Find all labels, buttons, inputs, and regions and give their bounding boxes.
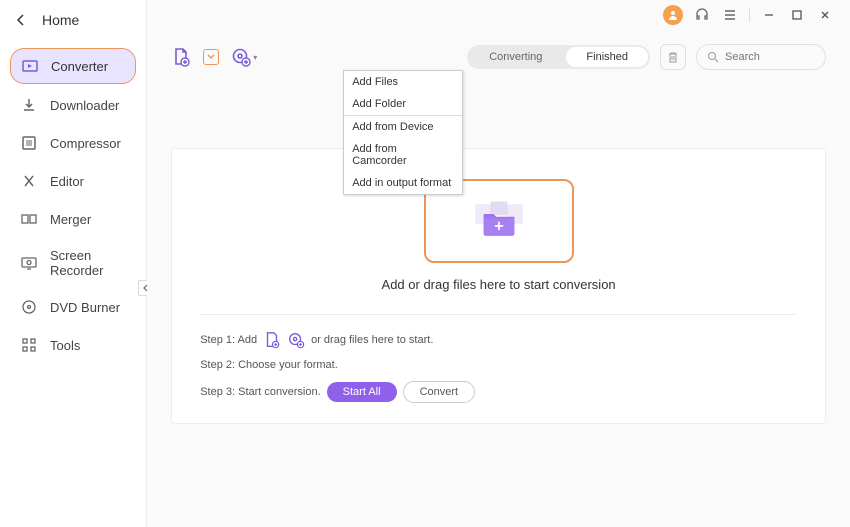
- sidebar-item-label: Merger: [50, 212, 91, 227]
- sidebar-item-downloader[interactable]: Downloader: [10, 88, 136, 122]
- add-disc-button[interactable]: ▾: [231, 47, 257, 67]
- step-3: Step 3: Start conversion. Start All Conv…: [200, 381, 797, 403]
- step-1: Step 1: Add or drag files here to start.: [200, 331, 797, 349]
- add-file-button[interactable]: [171, 47, 191, 67]
- close-button[interactable]: [816, 6, 834, 24]
- tools-icon: [20, 336, 38, 354]
- minimize-button[interactable]: [760, 6, 778, 24]
- menu-item-add-in-output-format[interactable]: Add in output format: [344, 172, 462, 194]
- search-box[interactable]: [696, 44, 826, 70]
- start-all-button[interactable]: Start All: [327, 382, 397, 402]
- step3-text: Step 3: Start conversion.: [200, 386, 320, 398]
- sidebar-item-label: Compressor: [50, 136, 121, 151]
- steps: Step 1: Add or drag files here to start.…: [200, 314, 797, 403]
- menu-item-add-folder[interactable]: Add Folder: [344, 93, 462, 115]
- avatar[interactable]: [663, 5, 683, 25]
- back-button[interactable]: [16, 13, 26, 27]
- menu-item-add-from-device[interactable]: Add from Device: [344, 116, 462, 138]
- sidebar-list: Converter Downloader Compressor Editor: [0, 40, 146, 370]
- home-label: Home: [42, 12, 79, 28]
- sidebar-item-editor[interactable]: Editor: [10, 164, 136, 198]
- action-group: ▾: [171, 47, 257, 67]
- titlebar: [147, 0, 850, 30]
- downloader-icon: [20, 96, 38, 114]
- step1-suffix: or drag files here to start.: [311, 334, 433, 346]
- convert-button[interactable]: Convert: [403, 381, 476, 403]
- sidebar-item-converter[interactable]: Converter: [10, 48, 136, 84]
- sidebar-item-screen-recorder[interactable]: Screen Recorder: [10, 240, 136, 286]
- maximize-button[interactable]: [788, 6, 806, 24]
- add-disc-icon: [287, 331, 305, 349]
- drop-text: Add or drag files here to start conversi…: [382, 277, 616, 292]
- dvd-burner-icon: [20, 298, 38, 316]
- search-icon: [707, 51, 719, 63]
- add-file-dropdown-button[interactable]: [203, 49, 219, 65]
- menu-icon[interactable]: [721, 6, 739, 24]
- search-input[interactable]: [725, 51, 815, 63]
- sidebar-item-label: Editor: [50, 174, 84, 189]
- sidebar-item-label: Converter: [51, 59, 108, 74]
- sidebar-item-label: DVD Burner: [50, 300, 120, 315]
- screen-recorder-icon: [20, 254, 38, 272]
- content-panel: Add or drag files here to start conversi…: [171, 148, 826, 424]
- sidebar-item-dvd-burner[interactable]: DVD Burner: [10, 290, 136, 324]
- sidebar-item-label: Downloader: [50, 98, 119, 113]
- sidebar-item-compressor[interactable]: Compressor: [10, 126, 136, 160]
- step-2: Step 2: Choose your format.: [200, 359, 797, 371]
- right-tools: [660, 44, 826, 70]
- converter-icon: [21, 57, 39, 75]
- tab-switch: Converting Finished: [467, 45, 650, 69]
- sidebar-header: Home: [0, 0, 146, 40]
- chevron-down-icon: ▾: [253, 53, 257, 62]
- sidebar-item-merger[interactable]: Merger: [10, 202, 136, 236]
- headset-icon[interactable]: [693, 6, 711, 24]
- step1-prefix: Step 1: Add: [200, 334, 257, 346]
- trash-button[interactable]: [660, 44, 686, 70]
- editor-icon: [20, 172, 38, 190]
- sidebar-item-tools[interactable]: Tools: [10, 328, 136, 362]
- compressor-icon: [20, 134, 38, 152]
- separator: [749, 8, 750, 22]
- sidebar: Home Converter Downloader Compressor: [0, 0, 147, 527]
- add-file-dropdown-menu: Add Files Add Folder Add from Device Add…: [343, 70, 463, 195]
- main-area: ▾ Converting Finished A: [147, 0, 850, 527]
- toolbar: ▾ Converting Finished: [147, 30, 850, 78]
- tab-finished[interactable]: Finished: [566, 47, 648, 67]
- tab-converting[interactable]: Converting: [467, 45, 564, 69]
- sidebar-item-label: Screen Recorder: [50, 248, 126, 278]
- add-file-icon: [263, 331, 281, 349]
- sidebar-item-label: Tools: [50, 338, 80, 353]
- menu-item-add-from-camcorder[interactable]: Add from Camcorder: [344, 138, 462, 172]
- menu-item-add-files[interactable]: Add Files: [344, 71, 462, 93]
- merger-icon: [20, 210, 38, 228]
- folder-icon: [471, 199, 527, 243]
